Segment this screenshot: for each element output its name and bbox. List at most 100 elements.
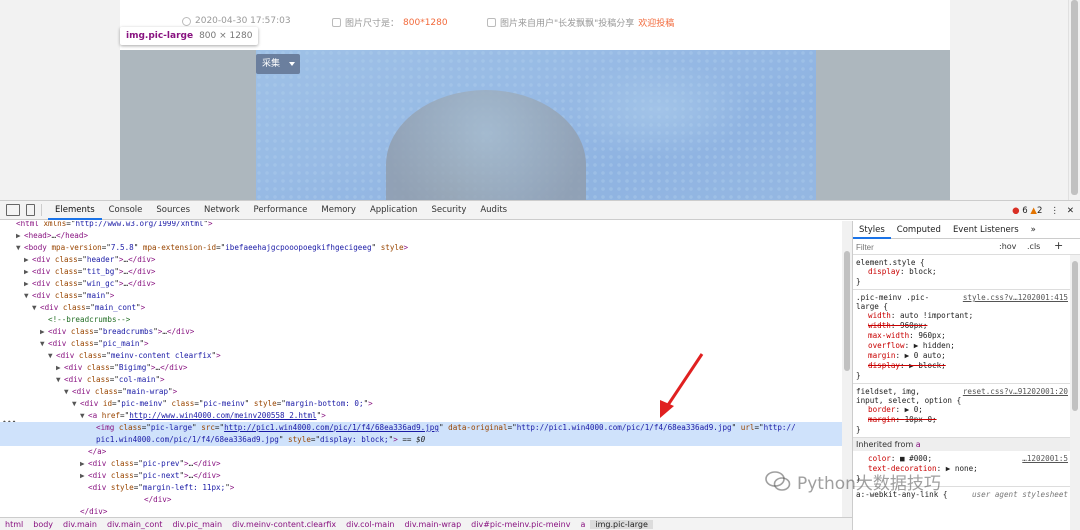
- dom-node[interactable]: </a>: [0, 446, 842, 458]
- css-property[interactable]: margin: 10px 0;: [856, 415, 1077, 425]
- dom-node[interactable]: </div>: [0, 494, 842, 506]
- css-property[interactable]: display: block;: [856, 267, 1077, 277]
- dom-node[interactable]: ▶ <div class="pic-prev">…</div>: [0, 458, 842, 470]
- tab-audits[interactable]: Audits: [473, 201, 514, 220]
- dom-node[interactable]: </div>: [0, 506, 842, 517]
- dom-node[interactable]: ▼ <a href="http://www.win4000.com/meinv20…: [0, 410, 842, 422]
- tab-console[interactable]: Console: [102, 201, 150, 220]
- breadcrumb-item[interactable]: div.main-wrap: [400, 520, 467, 529]
- caret-down-icon: [289, 62, 295, 66]
- breadcrumb-item[interactable]: div.col-main: [341, 520, 399, 529]
- collapse-triangle-icon[interactable]: ▼: [24, 290, 32, 302]
- expand-triangle-icon[interactable]: ▶: [80, 458, 88, 470]
- css-property[interactable]: overflow: ▶ hidden;: [856, 341, 1077, 351]
- styles-tab-0[interactable]: Styles: [853, 221, 891, 239]
- hov-toggle[interactable]: :hov: [999, 242, 1016, 251]
- submit-link[interactable]: 欢迎投稿: [638, 16, 674, 29]
- cls-toggle[interactable]: .cls: [1027, 242, 1040, 251]
- dom-node[interactable]: ▼ <div class="main">: [0, 290, 842, 302]
- page-scrollbar[interactable]: [1068, 0, 1080, 200]
- dom-node[interactable]: <!--breadcrumbs-->: [0, 314, 842, 326]
- menu-icon[interactable]: ⋮: [1050, 206, 1059, 216]
- dom-node[interactable]: ▼ <div class="main_cont">: [0, 302, 842, 314]
- inherited-header: Inherited from a: [853, 438, 1080, 451]
- expand-triangle-icon[interactable]: ▶: [40, 326, 48, 338]
- image-size: 图片尺寸是： 800*1280: [332, 16, 448, 29]
- css-property[interactable]: width: auto !important;: [856, 311, 1077, 321]
- expand-triangle-icon[interactable]: ▶: [56, 362, 64, 374]
- breadcrumb-item[interactable]: img.pic-large: [590, 520, 653, 529]
- tab-application[interactable]: Application: [363, 201, 425, 220]
- device-toggle-icon[interactable]: [26, 204, 35, 216]
- pic-large-rule: style.css?v…1202001:415 .pic-meinv .pic-…: [853, 290, 1080, 384]
- collapse-triangle-icon[interactable]: ▼: [16, 242, 24, 254]
- styles-tab-3[interactable]: »: [1025, 221, 1042, 239]
- dom-node[interactable]: ▼ <div class="pic_main">: [0, 338, 842, 350]
- dom-node[interactable]: ▶ <div class="tit_bg">…</div>: [0, 266, 842, 278]
- breadcrumb-item[interactable]: div#pic-meinv.pic-meinv: [466, 520, 575, 529]
- selected-dom-node[interactable]: pic1.win4000.com/pic/1/f4/68ea336ad9.jpg…: [0, 434, 842, 446]
- breadcrumb-item[interactable]: a: [576, 520, 591, 529]
- dom-node[interactable]: ▼ <div id="pic-meinv" class="pic-meinv" s…: [0, 398, 842, 410]
- css-property[interactable]: margin: ▶ 0 auto;: [856, 351, 1077, 361]
- expand-triangle-icon[interactable]: ▶: [80, 470, 88, 482]
- dom-node[interactable]: ▶ <div class="pic-next">…</div>: [0, 470, 842, 482]
- collapse-triangle-icon[interactable]: ▼: [40, 338, 48, 350]
- expand-triangle-icon[interactable]: ▶: [24, 254, 32, 266]
- collapse-triangle-icon[interactable]: ▼: [80, 410, 88, 422]
- css-property[interactable]: max-width: 960px;: [856, 331, 1077, 341]
- dom-node[interactable]: ▶ <div class="win_gc">…</div>: [0, 278, 842, 290]
- error-counter[interactable]: ● 6 ▲2: [1012, 206, 1042, 216]
- styles-filter-input[interactable]: [856, 241, 986, 253]
- collect-button[interactable]: 采集: [256, 54, 300, 74]
- breadcrumb-item[interactable]: div.meinv-content.clearfix: [227, 520, 341, 529]
- expand-triangle-icon[interactable]: ▶: [16, 230, 24, 242]
- dom-node[interactable]: ▶ <head>…</head>: [0, 230, 842, 242]
- styles-tab-2[interactable]: Event Listeners: [947, 221, 1025, 239]
- tab-performance[interactable]: Performance: [247, 201, 315, 220]
- dom-node[interactable]: <html xmlns="http://www.w3.org/1999/xhtm…: [0, 221, 842, 230]
- tab-network[interactable]: Network: [197, 201, 247, 220]
- dom-node[interactable]: ▼ <div class="meinv-content clearfix">: [0, 350, 842, 362]
- tab-elements[interactable]: Elements: [48, 201, 102, 220]
- dom-node[interactable]: <div style="margin-left: 11px;">: [0, 482, 842, 494]
- reset-rule: reset.css?v…91202001:20 fieldset, img, i…: [853, 384, 1080, 438]
- tab-sources[interactable]: Sources: [149, 201, 197, 220]
- dom-node[interactable]: ▼ <div class="col-main">: [0, 374, 842, 386]
- styles-tab-1[interactable]: Computed: [891, 221, 947, 239]
- tab-memory[interactable]: Memory: [314, 201, 363, 220]
- dom-node[interactable]: ▼ <body mpa-version="7.5.8" mpa-extension…: [0, 242, 842, 254]
- breadcrumb-item[interactable]: body: [28, 520, 58, 529]
- styles-scrollbar[interactable]: [1070, 255, 1080, 530]
- css-property[interactable]: display: ▶ block;: [856, 361, 1077, 371]
- devtools-toolbar: Elements Console Sources Network Performance…: [0, 201, 1080, 220]
- stylesheet-link[interactable]: …1202001:5: [1022, 454, 1068, 463]
- css-property[interactable]: width: 960px;: [856, 321, 1077, 331]
- close-icon[interactable]: ✕: [1067, 206, 1074, 216]
- new-rule-button[interactable]: +: [1054, 239, 1063, 252]
- element-highlight-overlay: [120, 50, 950, 200]
- selected-dom-node[interactable]: <img class="pic-large" src="http://pic1.…: [0, 422, 842, 434]
- collapse-triangle-icon[interactable]: ▼: [72, 398, 80, 410]
- stylesheet-link[interactable]: reset.css?v…91202001:20: [963, 387, 1068, 396]
- inspect-tooltip: img.pic-large 800 × 1280: [120, 27, 259, 45]
- breadcrumb-item[interactable]: html: [0, 520, 28, 529]
- css-property[interactable]: border: ▶ 0;: [856, 405, 1077, 415]
- inspect-element-icon[interactable]: [6, 204, 20, 216]
- expand-triangle-icon[interactable]: ▶: [24, 278, 32, 290]
- breadcrumb-item[interactable]: div.pic_main: [167, 520, 227, 529]
- collapse-triangle-icon[interactable]: ▼: [64, 386, 72, 398]
- collapse-triangle-icon[interactable]: ▼: [32, 302, 40, 314]
- dom-node[interactable]: ▶ <div class="Bigimg">…</div>: [0, 362, 842, 374]
- dom-node[interactable]: ▼ <div class="main-wrap">: [0, 386, 842, 398]
- collapse-triangle-icon[interactable]: ▼: [48, 350, 56, 362]
- tab-security[interactable]: Security: [424, 201, 473, 220]
- expand-triangle-icon[interactable]: ▶: [24, 266, 32, 278]
- stylesheet-link[interactable]: style.css?v…1202001:415: [963, 293, 1068, 302]
- element-style-rule: element.style { display: block; }: [853, 255, 1080, 290]
- collapse-triangle-icon[interactable]: ▼: [56, 374, 64, 386]
- breadcrumb-item[interactable]: div.main: [58, 520, 102, 529]
- breadcrumb-item[interactable]: div.main_cont: [102, 520, 167, 529]
- dom-node[interactable]: ▶ <div class="breadcrumbs">…</div>: [0, 326, 842, 338]
- dom-node[interactable]: ▶ <div class="header">…</div>: [0, 254, 842, 266]
